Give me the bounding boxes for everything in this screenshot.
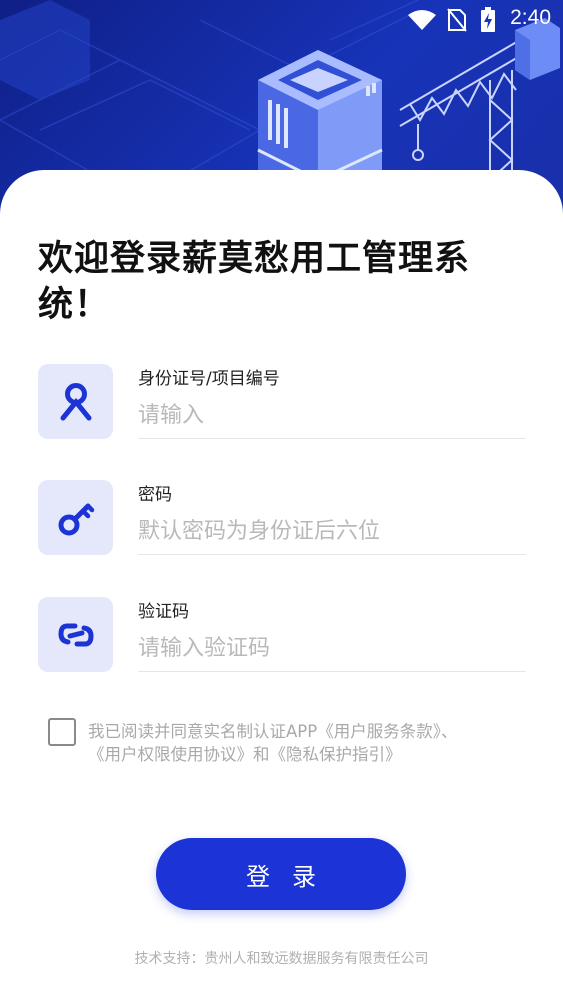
person-icon [38, 364, 113, 439]
id-number-field: 身份证号/项目编号 [38, 364, 526, 444]
terms-link[interactable]: 《用户服务条款》 [317, 722, 441, 741]
password-label: 密码 [138, 485, 172, 505]
battery-charging-icon [480, 7, 496, 37]
no-sim-icon [447, 8, 467, 36]
key-icon [38, 480, 113, 555]
captcha-label: 验证码 [138, 602, 189, 622]
link-icon [38, 597, 113, 672]
password-input[interactable] [138, 508, 526, 555]
captcha-field: 验证码 [38, 597, 526, 677]
id-number-label: 身份证号/项目编号 [138, 369, 280, 389]
id-number-input[interactable] [138, 392, 526, 439]
captcha-input[interactable] [138, 625, 526, 672]
agreement-separator: 、 [440, 722, 458, 741]
footer-credit: 技术支持：贵州人和致远数据服务有限责任公司 [134, 951, 429, 967]
status-time: 2:40 [510, 6, 551, 29]
agreement-text: 我已阅读并同意实名制认证APP《用户服务条款》、 《用户权限使用协议》和《隐私保… [88, 720, 518, 766]
rights-link[interactable]: 《用户权限使用协议》 [88, 745, 253, 764]
welcome-title: 欢迎登录薪莫愁用工管理系统！ [38, 239, 471, 325]
agreement-checkbox[interactable] [48, 718, 76, 746]
privacy-link[interactable]: 《隐私保护指引》 [270, 745, 402, 764]
password-field: 密码 [38, 480, 526, 560]
login-button[interactable]: 登录 [156, 838, 406, 910]
agreement-prefix: 我已阅读并同意实名制认证APP [88, 722, 318, 741]
agreement-and: 和 [253, 745, 270, 764]
wifi-icon [408, 9, 436, 35]
status-bar: 2:40 [0, 0, 563, 40]
